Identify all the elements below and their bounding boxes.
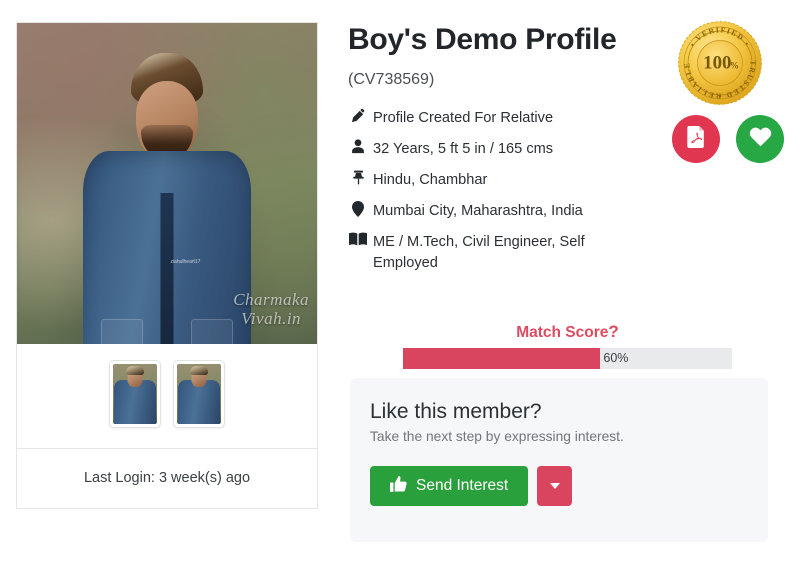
thumbnail-1-image — [113, 364, 157, 424]
pushpin-icon — [348, 170, 368, 185]
photo-subject: ziahulheart17 — [81, 53, 253, 344]
detail-text: Profile Created For Relative — [373, 110, 554, 126]
thumbnail-1[interactable] — [109, 360, 161, 428]
map-marker-icon — [348, 201, 368, 217]
thumb-hair — [190, 366, 208, 375]
match-score-section: Match Score? 60% — [403, 322, 732, 369]
svg-text:100: 100 — [703, 52, 731, 73]
detail-text: ME / M.Tech, Civil Engineer, Self Employ… — [373, 234, 585, 271]
match-score-bar-fill — [403, 348, 601, 369]
last-login-text: Last Login: 3 week(s) ago — [17, 448, 317, 508]
detail-text: Hindu, Chambhar — [373, 172, 488, 188]
detail-text: Mumbai City, Maharashtra, India — [373, 203, 583, 219]
send-interest-button[interactable]: Send Interest — [370, 466, 529, 506]
profile-cv-id: (CV738569) — [348, 71, 435, 88]
like-panel-subtitle: Take the next step by expressing interes… — [370, 429, 624, 444]
shirt-pocket-right — [191, 319, 233, 344]
profile-photo-card: ziahulheart17 Charmaka Vivah.in Last Log… — [16, 22, 318, 509]
book-icon — [348, 232, 368, 246]
shirt-pocket-left — [101, 319, 143, 344]
verified-seal-badge: • VERIFIED • TRUSTED • RELIABLE 100 % — [675, 18, 765, 108]
person-icon — [348, 139, 368, 154]
detail-text: 32 Years, 5 ft 5 in / 165 cms — [373, 141, 554, 157]
like-panel-title: Like this member? — [370, 400, 542, 423]
detail-row-education-occupation: ME / M.Tech, Civil Engineer, Self Employ… — [348, 232, 648, 274]
profile-action-buttons — [672, 115, 784, 163]
like-panel-buttons: Send Interest — [370, 466, 768, 506]
send-interest-dropdown-button[interactable] — [537, 466, 573, 506]
send-interest-label: Send Interest — [416, 477, 509, 494]
thumbs-up-icon — [390, 475, 407, 497]
match-score-bar: 60% — [403, 348, 732, 369]
main-profile-photo[interactable]: ziahulheart17 Charmaka Vivah.in — [17, 23, 317, 344]
detail-row-religion-caste: Hindu, Chambhar — [348, 170, 648, 191]
photo-tiny-watermark: ziahulheart17 — [170, 259, 201, 265]
heart-icon — [749, 126, 772, 152]
shirt-placket — [160, 193, 174, 344]
profile-name: Boy's Demo Profile — [348, 23, 617, 56]
like-member-panel: Like this member? Take the next step by … — [350, 378, 768, 542]
pen-icon — [348, 108, 368, 123]
thumb-hair — [126, 366, 144, 375]
profile-page: ziahulheart17 Charmaka Vivah.in Last Log… — [0, 0, 801, 567]
detail-row-created-for: Profile Created For Relative — [348, 108, 648, 129]
match-score-title: Match Score — [516, 324, 609, 341]
pdf-file-icon — [686, 125, 706, 153]
match-score-help-icon[interactable]: ? — [608, 322, 618, 341]
svg-text:%: % — [730, 60, 739, 70]
detail-row-age-height: 32 Years, 5 ft 5 in / 165 cms — [348, 139, 648, 160]
pdf-download-button[interactable] — [672, 115, 720, 163]
thumbnail-2[interactable] — [173, 360, 225, 428]
detail-row-location: Mumbai City, Maharashtra, India — [348, 201, 648, 222]
match-score-label: Match Score? — [403, 322, 732, 342]
add-to-favourites-button[interactable] — [736, 115, 784, 163]
photo-thumbnail-strip — [17, 344, 317, 448]
page-title: Boy's Demo Profile (CV738569) — [348, 22, 648, 97]
match-score-value: 60% — [603, 351, 629, 365]
thumbnail-2-image — [177, 364, 221, 424]
chevron-down-icon — [549, 483, 560, 489]
